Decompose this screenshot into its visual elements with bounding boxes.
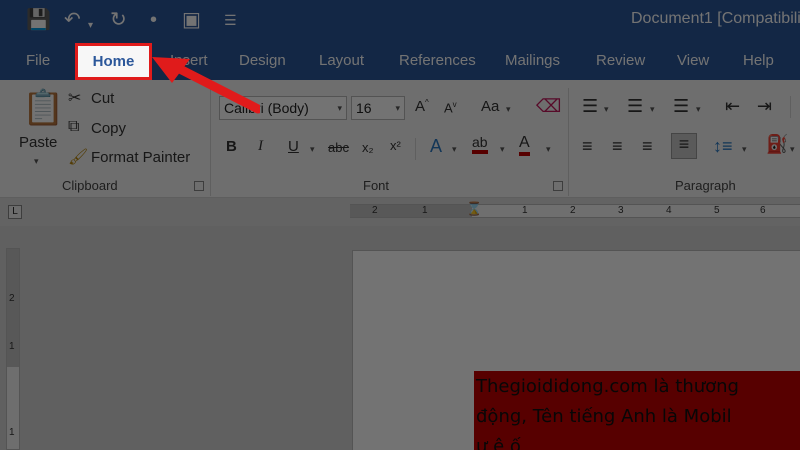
paste-dropdown-icon[interactable]: ▾ xyxy=(34,156,39,167)
touch-mode-icon[interactable]: ▣ xyxy=(182,8,201,32)
horizontal-ruler[interactable]: 2 1 ⌛ 1 2 3 4 5 6 xyxy=(350,201,800,218)
underline-dropdown-icon[interactable]: ▾ xyxy=(310,144,315,155)
subscript-icon[interactable]: x₂ xyxy=(362,140,374,155)
align-right-icon[interactable]: ≡ xyxy=(642,136,653,157)
ruler-margin-left xyxy=(350,205,472,217)
cut-icon[interactable]: ✂ xyxy=(68,88,81,108)
text-line: ư ệ ố xyxy=(476,436,521,450)
highlighted-text[interactable]: Thegioididong.com là thương động, Tên ti… xyxy=(474,371,800,450)
tab-layout[interactable]: Layout xyxy=(319,52,364,69)
align-left-icon[interactable]: ≡ xyxy=(582,136,593,157)
bold-icon[interactable]: B xyxy=(226,138,237,155)
font-group-label: Font xyxy=(363,178,390,193)
tab-review[interactable]: Review xyxy=(596,52,645,69)
change-case-icon[interactable]: Aa xyxy=(481,98,499,115)
underline-icon[interactable]: U xyxy=(288,138,299,155)
title-bar: 💾 ↶ ▾ ↻ • ▣ ☰ Document1 [Compatibili xyxy=(0,0,800,42)
ruler-number: 1 xyxy=(422,205,428,216)
numbering-icon[interactable]: ☰ xyxy=(627,96,643,117)
paragraph-inner-separator xyxy=(790,96,791,118)
vruler-number: 2 xyxy=(9,293,15,304)
justify-icon[interactable]: ≡ xyxy=(671,133,697,159)
multilevel-list-dropdown-icon[interactable]: ▾ xyxy=(696,104,701,115)
dot-icon[interactable]: • xyxy=(150,8,157,32)
save-icon[interactable]: 💾 xyxy=(26,8,51,32)
superscript-icon[interactable]: x² xyxy=(390,138,401,153)
multilevel-list-icon[interactable]: ☰ xyxy=(673,96,689,117)
copy-icon[interactable]: ⧉ xyxy=(68,118,79,136)
font-color-icon[interactable]: A xyxy=(519,134,530,156)
ruler-bar: L 2 1 ⌛ 1 2 3 4 5 6 xyxy=(0,198,800,226)
font-size-dropdown-icon[interactable]: ▾ xyxy=(395,103,400,114)
text-line: Thegioididong.com là thương xyxy=(476,376,739,397)
document-area: 2 1 1 Thegioididong.com là thương động, … xyxy=(0,226,800,450)
ruler-number: 2 xyxy=(372,205,378,216)
tab-home[interactable]: Home xyxy=(75,43,152,80)
decrease-indent-icon[interactable]: ⇤ xyxy=(725,96,740,117)
text-line: động, Tên tiếng Anh là Mobil xyxy=(476,406,732,427)
font-color-dropdown-icon[interactable]: ▾ xyxy=(546,144,551,155)
line-spacing-dropdown-icon[interactable]: ▾ xyxy=(742,144,747,155)
undo-icon[interactable]: ↶ xyxy=(64,8,81,32)
paste-button[interactable]: Paste xyxy=(19,134,57,151)
format-painter-icon[interactable]: 🖌 xyxy=(68,147,88,167)
shading-dropdown-icon[interactable]: ▾ xyxy=(790,144,795,155)
grow-font-icon[interactable]: A^ xyxy=(415,98,429,115)
shrink-font-icon[interactable]: Av xyxy=(444,100,457,115)
indent-marker-icon[interactable]: ⌛ xyxy=(466,201,482,217)
text-effects-dropdown-icon[interactable]: ▾ xyxy=(452,144,457,155)
callout-arrow-icon xyxy=(152,57,260,114)
font-inner-separator xyxy=(415,138,416,160)
tab-references[interactable]: References xyxy=(399,52,476,69)
shading-icon[interactable]: ⛽ xyxy=(766,134,788,155)
group-separator xyxy=(568,88,569,196)
cut-button[interactable]: Cut xyxy=(91,90,114,107)
strikethrough-icon[interactable]: abc xyxy=(328,140,349,155)
font-size-box[interactable]: 16 ▾ xyxy=(351,96,405,120)
align-center-icon[interactable]: ≡ xyxy=(612,136,623,157)
clipboard-group-label: Clipboard xyxy=(62,178,118,193)
ruler-number: 2 xyxy=(570,205,576,216)
vruler-number: 1 xyxy=(9,341,15,352)
vruler-number: 1 xyxy=(9,427,15,438)
undo-dropdown-icon[interactable]: ▾ xyxy=(88,14,93,38)
clear-formatting-icon[interactable]: ⌫ xyxy=(536,96,561,117)
highlight-color-icon[interactable]: ab xyxy=(472,134,488,154)
italic-icon[interactable]: I xyxy=(258,138,263,155)
increase-indent-icon[interactable]: ⇥ xyxy=(757,96,772,117)
ribbon: 📋 Paste ▾ ✂ Cut ⧉ Copy 🖌 Format Painter … xyxy=(0,80,800,198)
ruler-number: 6 xyxy=(760,205,766,216)
format-painter-button[interactable]: Format Painter xyxy=(91,149,190,166)
paste-icon[interactable]: 📋 xyxy=(22,88,64,128)
ruler-number: 1 xyxy=(522,205,528,216)
vertical-ruler[interactable]: 2 1 1 xyxy=(6,248,20,450)
bullets-dropdown-icon[interactable]: ▾ xyxy=(604,104,609,115)
tab-view[interactable]: View xyxy=(677,52,709,69)
change-case-dropdown-icon[interactable]: ▾ xyxy=(506,104,511,115)
text-effects-icon[interactable]: A xyxy=(430,136,442,157)
tab-mailings[interactable]: Mailings xyxy=(505,52,560,69)
font-size-value: 16 xyxy=(356,100,372,116)
numbering-dropdown-icon[interactable]: ▾ xyxy=(650,104,655,115)
tab-selector[interactable]: L xyxy=(8,205,22,219)
font-launcher-icon[interactable] xyxy=(553,181,563,191)
line-spacing-icon[interactable]: ↕≡ xyxy=(713,136,733,157)
clipboard-launcher-icon[interactable] xyxy=(194,181,204,191)
ruler-number: 4 xyxy=(666,205,672,216)
customize-icon[interactable]: ☰ xyxy=(224,8,237,32)
document-page[interactable]: Thegioididong.com là thương động, Tên ti… xyxy=(352,250,800,450)
bullets-icon[interactable]: ☰ xyxy=(582,96,598,117)
font-name-dropdown-icon[interactable]: ▾ xyxy=(337,103,342,114)
redo-icon[interactable]: ↻ xyxy=(110,8,127,32)
ruler-number: 3 xyxy=(618,205,624,216)
ruler-number: 5 xyxy=(714,205,720,216)
copy-button[interactable]: Copy xyxy=(91,120,126,137)
document-title: Document1 [Compatibili xyxy=(631,10,800,27)
tab-file[interactable]: File xyxy=(26,52,50,69)
tab-help[interactable]: Help xyxy=(743,52,774,69)
highlight-color-dropdown-icon[interactable]: ▾ xyxy=(500,144,505,155)
paragraph-group-label: Paragraph xyxy=(675,178,736,193)
